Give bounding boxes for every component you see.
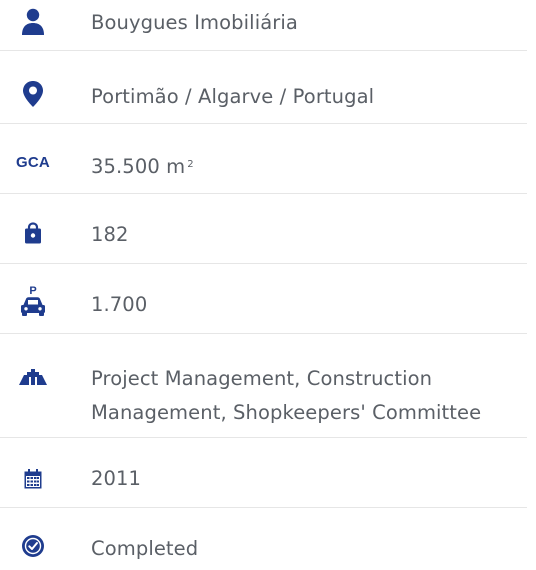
crane-structure-icon (18, 368, 48, 386)
parking-row: P 1.700 (0, 264, 527, 334)
status-row: Completed (0, 508, 527, 570)
shops-row: 182 (0, 194, 527, 264)
location-row: Portimão / Algarve / Portugal (0, 51, 527, 124)
map-pin-icon (18, 80, 48, 108)
person-icon (18, 8, 48, 36)
year-value: 2011 (91, 467, 142, 490)
services-row: Project Management, Construction Managem… (0, 334, 527, 438)
parking-value: 1.700 (91, 293, 148, 316)
gca-value: 35.500 m2 (91, 150, 527, 184)
gca-row: GCA 35.500 m2 (0, 124, 527, 194)
year-row: 2011 (0, 438, 527, 508)
gca-value-text: 35.500 m (91, 155, 186, 178)
check-circle-icon (18, 534, 48, 558)
project-details-list: Bouygues Imobiliária Portimão / Algarve … (0, 0, 536, 570)
shops-value: 182 (91, 223, 129, 246)
shopping-bag-icon (18, 222, 48, 244)
status-value: Completed (91, 537, 199, 560)
svg-text:P: P (29, 285, 36, 297)
services-line-2: Management, Shopkeepers' Committee (91, 401, 482, 424)
gca-icon: GCA (16, 153, 50, 171)
gca-superscript: 2 (187, 159, 194, 170)
services-value: Project Management, Construction Managem… (91, 362, 527, 430)
calendar-icon (18, 469, 48, 489)
client-row: Bouygues Imobiliária (0, 0, 527, 51)
client-value: Bouygues Imobiliária (91, 11, 298, 34)
location-value: Portimão / Algarve / Portugal (91, 85, 375, 108)
parking-car-icon: P (18, 284, 48, 318)
services-line-1: Project Management, Construction (91, 367, 433, 390)
